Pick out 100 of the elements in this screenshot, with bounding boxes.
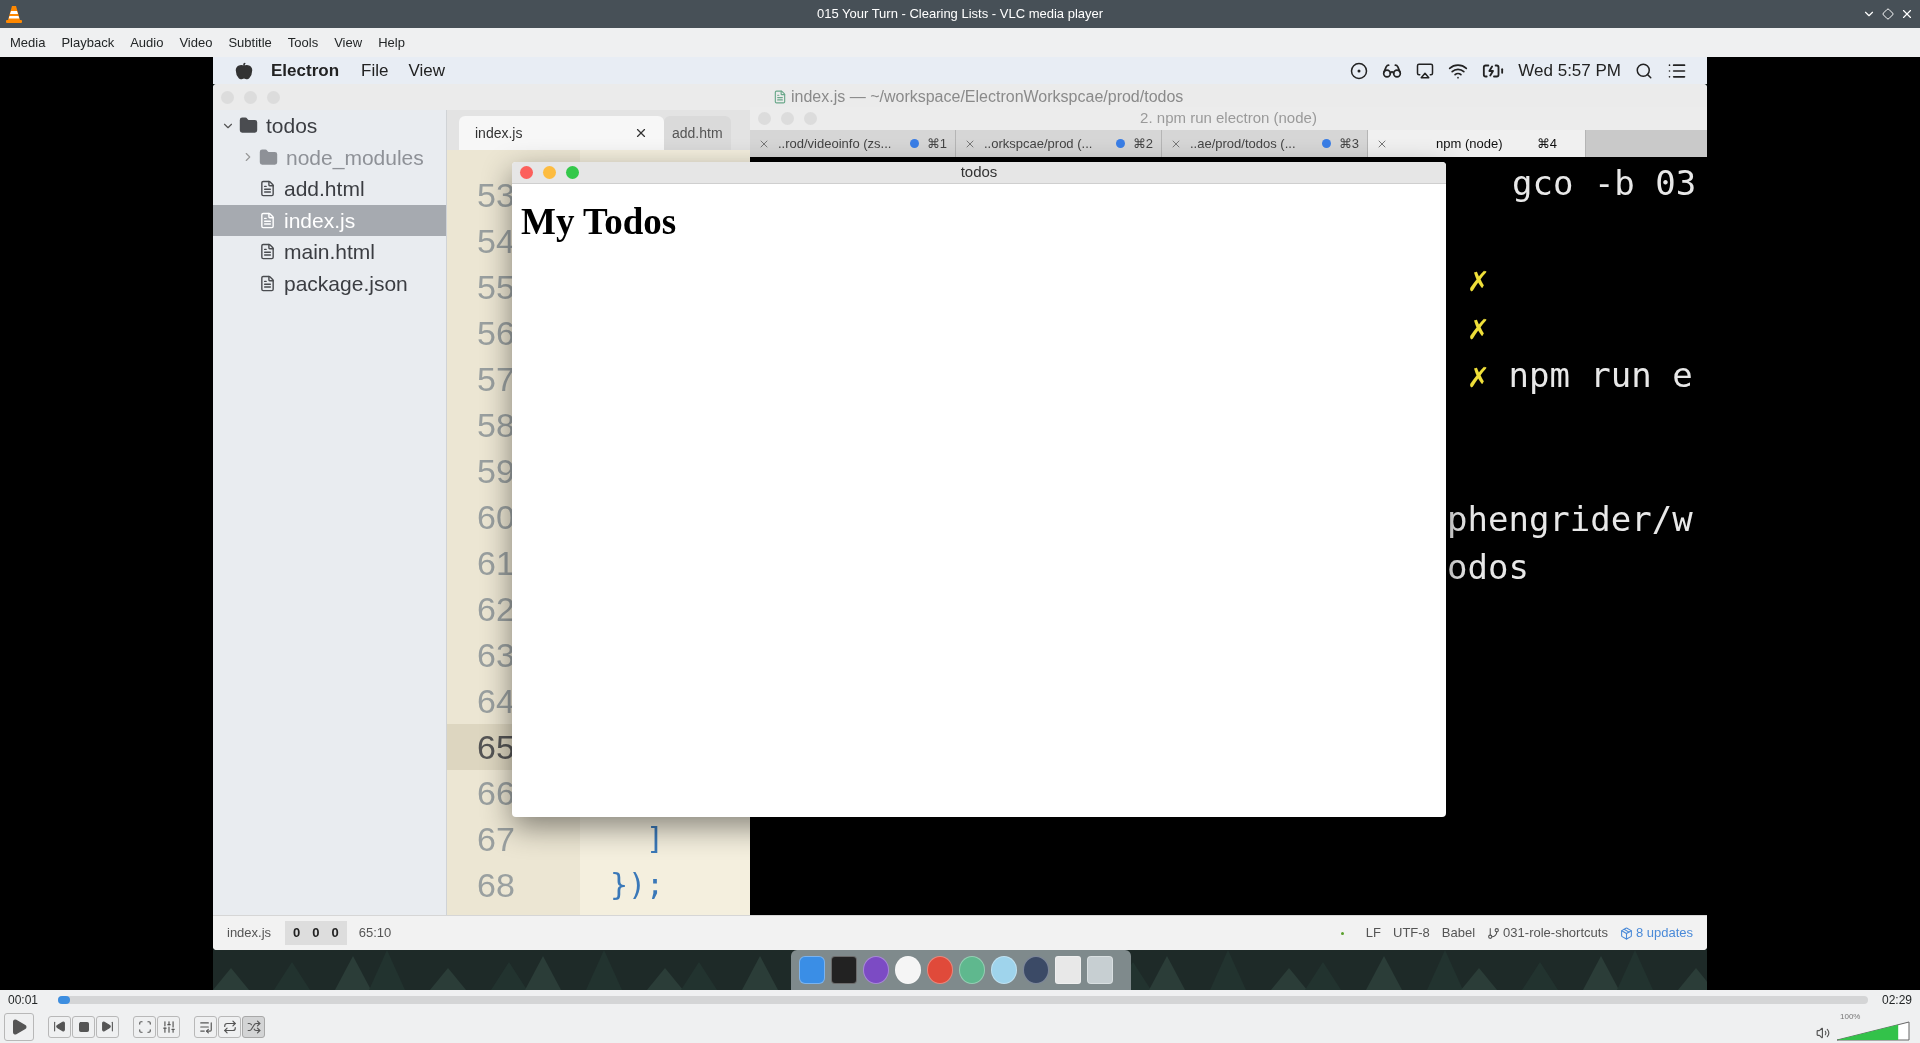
- menu-item[interactable]: Subtitle: [220, 32, 280, 53]
- tree-label: add.html: [284, 176, 365, 202]
- cursor-position[interactable]: 65:10: [358, 923, 392, 943]
- terminal-tab[interactable]: ..rod/videoinfo (zs... ⌘1: [750, 130, 956, 157]
- close-icon[interactable]: [634, 126, 648, 140]
- terminal-tab[interactable]: npm (node) ⌘4: [1368, 130, 1586, 157]
- shuffle-button[interactable]: [242, 1015, 265, 1038]
- line-number: 62: [477, 589, 515, 629]
- cone-icon: [6, 5, 22, 23]
- prompt-mark: ✗: [1468, 258, 1489, 301]
- prompt-mark: ✗: [1468, 354, 1489, 397]
- folder-icon: [259, 147, 278, 167]
- status-file[interactable]: index.js: [227, 923, 272, 943]
- line-number: 58: [477, 405, 515, 445]
- menu-item[interactable]: Tools: [279, 32, 327, 53]
- line-number: 67: [477, 819, 515, 859]
- menu-item[interactable]: View: [408, 57, 445, 84]
- stop-icon: [77, 1020, 90, 1033]
- menu-clock[interactable]: Wed 5:57 PM: [1518, 57, 1621, 84]
- editor-tab[interactable]: index.js: [459, 116, 664, 150]
- menu-item[interactable]: Audio: [122, 32, 172, 53]
- tree-label: main.html: [284, 239, 376, 265]
- airplay-icon[interactable]: [1416, 61, 1435, 80]
- play-icon: [10, 1017, 28, 1036]
- tree-label: todos: [266, 113, 318, 139]
- prompt-mark: ✗: [1468, 306, 1489, 349]
- line-number: 68: [477, 865, 515, 905]
- terminal-line: odos: [1447, 547, 1529, 587]
- line-number: 53: [477, 175, 515, 215]
- total-time: 02:29: [1881, 992, 1912, 1009]
- line-number: 66: [477, 773, 515, 813]
- code-line: });: [610, 867, 665, 903]
- loop-button[interactable]: [218, 1015, 241, 1038]
- previous-button[interactable]: [48, 1015, 71, 1038]
- line-number: 57: [477, 359, 515, 399]
- next-icon: [101, 1020, 114, 1033]
- tree-item[interactable]: todos: [213, 110, 446, 142]
- close-icon[interactable]: [1900, 7, 1914, 21]
- stop-button[interactable]: [72, 1015, 95, 1038]
- sliders-icon: [161, 1019, 176, 1034]
- maximize-icon[interactable]: [1882, 8, 1894, 20]
- next-button[interactable]: [96, 1015, 119, 1038]
- menu-item[interactable]: Playback: [53, 32, 123, 53]
- code-line: ]: [645, 821, 665, 857]
- terminal-tab[interactable]: ..orkspcae/prod (... ⌘2: [956, 130, 1162, 157]
- line-number: 55: [477, 267, 515, 307]
- menu-item[interactable]: Video: [171, 32, 221, 53]
- record-icon[interactable]: [1350, 61, 1369, 80]
- tree-label: node_modules: [286, 144, 424, 172]
- fullscreen-button[interactable]: [133, 1015, 156, 1038]
- line-number: 64: [477, 681, 515, 721]
- shuffle-icon: [246, 1019, 261, 1034]
- terminal-line: gco -b 03: [1512, 163, 1697, 203]
- play-button[interactable]: [4, 1012, 34, 1041]
- page-heading: My Todos: [521, 200, 678, 244]
- menu-item[interactable]: File: [361, 57, 389, 84]
- problem-counts[interactable]: 0 0 0: [285, 921, 347, 945]
- line-number: 59: [477, 451, 515, 491]
- menu-item[interactable]: View: [326, 32, 371, 53]
- loop-icon: [222, 1019, 237, 1034]
- window-title: index.js — ~/workspace/ElectronWorkspcae/prod/todos: [773, 85, 1184, 109]
- status-item[interactable]: Babel: [1441, 923, 1476, 943]
- volume-reading: 100%: [1840, 1012, 1861, 1021]
- terminal-tab[interactable]: ..ae/prod/todos (... ⌘3: [1162, 130, 1368, 157]
- branch-name[interactable]: 031-role-shortcuts: [1487, 923, 1608, 943]
- file-icon: [259, 243, 276, 261]
- search-icon[interactable]: [1635, 61, 1653, 80]
- tree-label: index.js: [284, 207, 356, 234]
- status-item[interactable]: UTF-8: [1393, 923, 1430, 943]
- terminal-line: npm run e: [1508, 354, 1693, 397]
- tree-item[interactable]: package.json: [213, 267, 446, 299]
- file-icon: [259, 211, 276, 229]
- file-icon: [259, 180, 276, 198]
- volume-icon[interactable]: [1816, 1026, 1830, 1040]
- tree-item[interactable]: main.html: [213, 236, 446, 268]
- settings-button[interactable]: [157, 1015, 180, 1038]
- window-title: 015 Your Turn - Clearing Lists - VLC media player: [815, 5, 1105, 24]
- menu-item[interactable]: Help: [370, 32, 413, 53]
- apple-icon[interactable]: [235, 61, 253, 80]
- branch-icon: [1487, 926, 1501, 940]
- terminal-line: phengrider/w: [1447, 499, 1693, 539]
- line-number: 61: [477, 543, 515, 583]
- playlist-button[interactable]: [194, 1015, 217, 1038]
- window-title: todos: [959, 162, 999, 183]
- tree-label: package.json: [284, 270, 408, 297]
- line-number: 56: [477, 313, 515, 353]
- menu-item[interactable]: Media: [2, 32, 54, 53]
- volume-slider[interactable]: [1836, 1021, 1910, 1041]
- folder-icon: [239, 116, 258, 136]
- package-icon: [1619, 926, 1633, 940]
- file-icon: [259, 274, 276, 292]
- line-number: 60: [477, 497, 515, 537]
- line-number: 54: [477, 221, 515, 261]
- menu-item[interactable]: Electron: [271, 57, 340, 84]
- tree-item[interactable]: add.html: [213, 173, 446, 205]
- playlist-icon: [198, 1019, 213, 1034]
- editor-tab[interactable]: add.htm: [664, 116, 731, 150]
- file-icon: [773, 90, 787, 104]
- line-number: 65: [477, 727, 515, 767]
- status-item[interactable]: LF: [1365, 923, 1381, 943]
